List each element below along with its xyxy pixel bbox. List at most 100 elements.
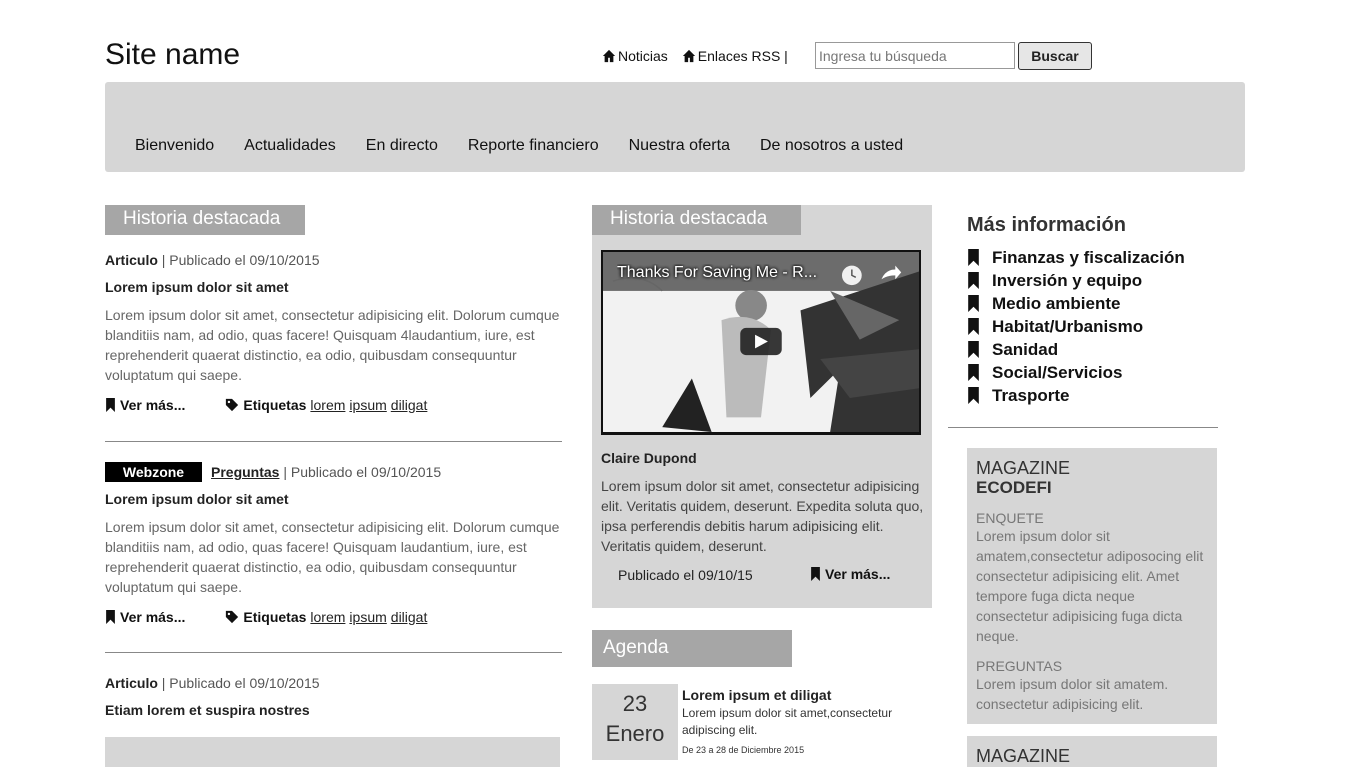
magazine-heading: MAGAZINE — [976, 746, 1071, 766]
category-item[interactable]: Trasporte — [967, 384, 1185, 407]
section-title-featured-video: Historia destacada — [592, 205, 801, 235]
category-label: Finanzas y fiscalización — [992, 247, 1185, 267]
read-more-label: Ver más... — [120, 397, 186, 413]
bookmark-icon — [105, 398, 116, 412]
read-more-link[interactable]: Ver más... — [105, 609, 185, 625]
magazine-card[interactable]: MAGAZINE ECODEFI ENQUETE Lorem ipsum dol… — [967, 448, 1217, 724]
nav-item-nuestra-oferta[interactable]: Nuestra oferta — [629, 137, 730, 155]
tag-link[interactable]: ipsum — [349, 609, 386, 625]
nav-item-en-directo[interactable]: En directo — [366, 137, 438, 155]
top-link-rss[interactable]: Enlaces RSS | — [682, 48, 788, 64]
tag-icon — [225, 610, 239, 624]
bookmark-icon — [967, 364, 980, 381]
section-title-featured: Historia destacada — [105, 205, 305, 235]
article-meta: Articulo | Publicado el 09/10/2015 — [105, 252, 320, 268]
bookmark-icon — [967, 341, 980, 358]
tag-link[interactable]: diligat — [391, 609, 428, 625]
home-icon — [602, 49, 616, 63]
article-body: Lorem ipsum dolor sit amet, consectetur … — [601, 478, 924, 554]
nav-item-bienvenido[interactable]: Bienvenido — [135, 137, 214, 155]
tags: Etiquetas lorem ipsum diligat — [225, 609, 427, 625]
webzone-badge: Webzone — [105, 462, 202, 482]
article-meta: Articulo | Publicado el 09/10/2015 — [105, 675, 320, 691]
bookmark-icon — [967, 249, 980, 266]
tags-label: Etiquetas — [243, 609, 307, 625]
category-label: Social/Servicios — [992, 362, 1123, 382]
article-date: | Publicado el 09/10/2015 — [283, 464, 442, 480]
event-day: 23 — [622, 691, 648, 716]
category-label: Inversión y equipo — [992, 270, 1143, 290]
nav-item-actualidades[interactable]: Actualidades — [244, 137, 336, 155]
read-more-link[interactable]: Ver más... — [810, 566, 890, 582]
category-item[interactable]: Social/Servicios — [967, 361, 1185, 384]
category-item[interactable]: Sanidad — [967, 338, 1185, 361]
tags: Etiquetas lorem ipsum diligat — [225, 397, 427, 413]
category-item[interactable]: Finanzas y fiscalización — [967, 246, 1185, 269]
magazine-text: Lorem ipsum dolor sit amatem. consectetu… — [976, 676, 1169, 712]
tag-icon — [225, 398, 239, 412]
top-link-label: Enlaces RSS | — [697, 48, 788, 64]
divider — [105, 652, 562, 653]
article-title[interactable]: Lorem ipsum dolor sit amet — [105, 491, 289, 507]
search-input[interactable] — [815, 42, 1015, 69]
magazine-brand: ECODEFI — [976, 478, 1052, 497]
category-item[interactable]: Habitat/Urbanismo — [967, 315, 1185, 338]
category-label: Trasporte — [992, 385, 1070, 405]
site-name[interactable]: Site name — [105, 38, 240, 72]
top-links: Noticias Enlaces RSS | — [602, 48, 788, 64]
main-nav: Bienvenido Actualidades En directo Repor… — [105, 82, 1245, 172]
article-date: Publicado el 09/10/15 — [618, 567, 753, 583]
tag-link[interactable]: ipsum — [349, 397, 386, 413]
article-type: Articulo — [105, 675, 158, 691]
tag-link[interactable]: lorem — [310, 397, 345, 413]
tag-link[interactable]: lorem — [310, 609, 345, 625]
tags-label: Etiquetas — [243, 397, 307, 413]
article-image-placeholder — [105, 737, 560, 767]
article-meta: Preguntas | Publicado el 09/10/2015 — [211, 464, 441, 480]
magazine-subheading: ENQUETE — [976, 510, 1044, 526]
top-link-label: Noticias — [618, 48, 668, 64]
article-body: Lorem ipsum dolor sit amet, consectetur … — [105, 519, 560, 595]
divider — [105, 441, 562, 442]
read-more-link[interactable]: Ver más... — [105, 397, 185, 413]
bookmark-icon — [810, 567, 821, 581]
magazine-text: Lorem ipsum dolor sit amatem,consectetur… — [976, 528, 1204, 644]
tag-link[interactable]: diligat — [391, 397, 428, 413]
category-label: Medio ambiente — [992, 293, 1121, 313]
divider — [948, 427, 1218, 428]
article-author: Claire Dupond — [601, 450, 697, 466]
article-body: Lorem ipsum dolor sit amet, consectetur … — [105, 307, 560, 383]
nav-item-reporte-financiero[interactable]: Reporte financiero — [468, 137, 599, 155]
article-type-link[interactable]: Preguntas — [211, 464, 279, 480]
article-title[interactable]: Etiam lorem et suspira nostres — [105, 702, 310, 718]
bookmark-icon — [105, 610, 116, 624]
video-title[interactable]: Thanks For Saving Me - R... — [617, 264, 837, 282]
search-button[interactable]: Buscar — [1018, 42, 1092, 70]
top-link-noticias[interactable]: Noticias — [602, 48, 668, 64]
section-title-agenda: Agenda — [592, 630, 792, 667]
category-list: Finanzas y fiscalización Inversión y equ… — [967, 246, 1185, 407]
nav-item-de-nosotros[interactable]: De nosotros a usted — [760, 137, 903, 155]
bookmark-icon — [967, 272, 980, 289]
article-footer: Ver más... Etiquetas lorem ipsum diligat — [105, 397, 427, 413]
more-info-title: Más información — [967, 214, 1126, 236]
event-month: Enero — [605, 721, 665, 746]
event-body: Lorem ipsum dolor sit amet,consectetur a… — [682, 706, 893, 737]
bookmark-icon — [967, 387, 980, 404]
home-icon — [682, 49, 696, 63]
article-footer: Ver más... Etiquetas lorem ipsum diligat — [105, 609, 427, 625]
bookmark-icon — [967, 295, 980, 312]
article-date: | Publicado el 09/10/2015 — [161, 675, 320, 691]
article-title[interactable]: Lorem ipsum dolor sit amet — [105, 279, 289, 295]
magazine-subheading: PREGUNTAS — [976, 658, 1063, 674]
bookmark-icon — [967, 318, 980, 335]
event-title[interactable]: Lorem ipsum et diligat — [682, 687, 831, 703]
category-label: Sanidad — [992, 339, 1059, 359]
category-item[interactable]: Medio ambiente — [967, 292, 1185, 315]
category-item[interactable]: Inversión y equipo — [967, 269, 1185, 292]
article-type: Articulo — [105, 252, 158, 268]
magazine-card[interactable]: MAGAZINE — [967, 736, 1217, 767]
event-date-box: 23 Enero — [592, 684, 678, 760]
event-date-range: De 23 a 28 de Diciembre 2015 — [682, 745, 805, 755]
read-more-label: Ver más... — [120, 609, 186, 625]
